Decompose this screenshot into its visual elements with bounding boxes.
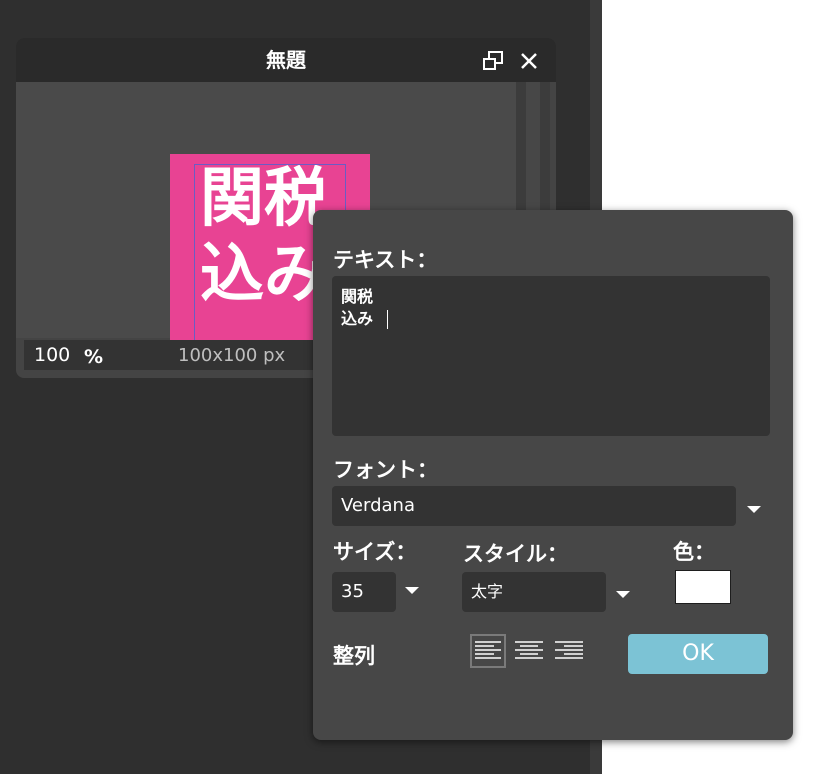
ok-button[interactable]: OK: [628, 634, 768, 674]
text-input[interactable]: 関税 込み: [332, 276, 770, 436]
document-title: 無題: [266, 48, 306, 72]
text-caret: [387, 310, 388, 329]
align-label: 整列: [333, 644, 375, 668]
style-dropdown-arrow-icon[interactable]: [616, 591, 630, 598]
color-swatch[interactable]: [675, 570, 731, 604]
text-dialog: テキスト： 関税 込み フォント： Verdana サイズ： 35 スタイル： …: [313, 210, 793, 740]
font-label: フォント：: [333, 458, 438, 482]
document-titlebar[interactable]: 無題: [16, 38, 556, 82]
restore-window-icon[interactable]: [482, 50, 504, 72]
style-select[interactable]: 太字: [462, 572, 606, 612]
text-label: テキスト：: [333, 248, 438, 272]
text-input-line2: 込み: [341, 309, 374, 328]
font-dropdown-arrow-icon[interactable]: [747, 506, 761, 513]
size-input[interactable]: 35: [332, 572, 396, 612]
size-label: サイズ：: [333, 540, 417, 564]
style-label: スタイル：: [463, 542, 568, 566]
text-input-line1: 関税: [341, 287, 374, 306]
align-right-icon[interactable]: [551, 634, 587, 668]
zoom-unit: %: [84, 346, 104, 368]
close-icon[interactable]: [518, 50, 540, 72]
color-label: 色：: [673, 540, 715, 564]
font-select[interactable]: Verdana: [332, 486, 736, 526]
size-dropdown-arrow-icon[interactable]: [405, 587, 419, 594]
align-center-icon[interactable]: [511, 634, 547, 668]
document-size: 100x100 px: [178, 345, 286, 366]
zoom-value[interactable]: 100: [34, 344, 70, 366]
align-left-icon[interactable]: [470, 634, 506, 668]
